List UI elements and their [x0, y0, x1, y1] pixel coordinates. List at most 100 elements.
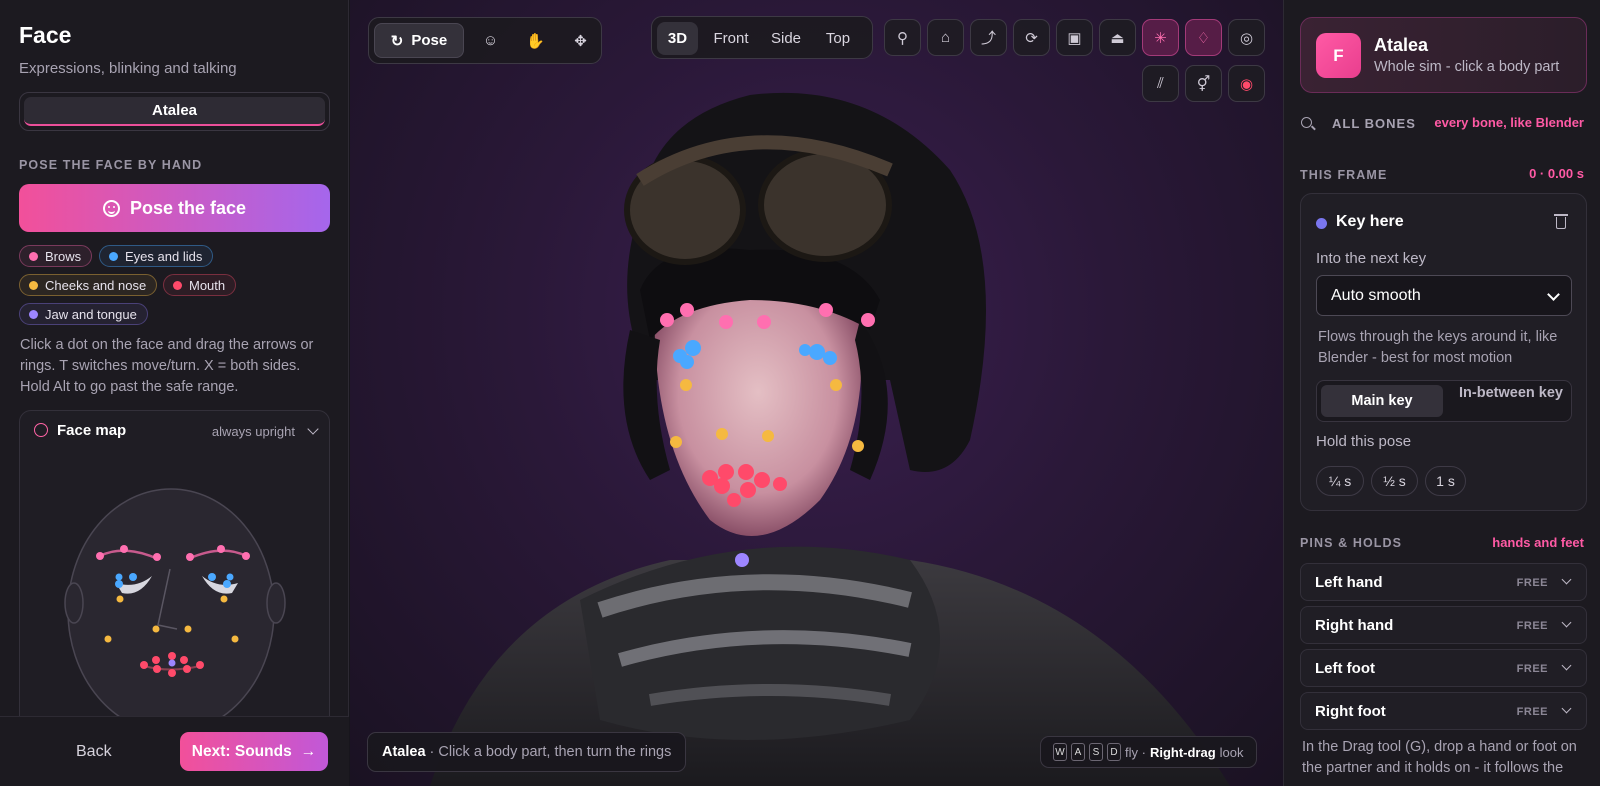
key-s: S: [1089, 743, 1103, 761]
search-icon[interactable]: [1301, 117, 1312, 128]
pin-right-hand[interactable]: Right hand FREE: [1300, 606, 1587, 644]
chip-jaw[interactable]: Jaw and tongue: [19, 303, 148, 325]
pin-left-foot[interactable]: Left foot FREE: [1300, 649, 1587, 687]
character-name: Atalea: [1374, 35, 1429, 55]
interp-description: Flows through the keys around it, like B…: [1318, 329, 1558, 366]
character-card[interactable]: F Atalea Whole sim - click a body part: [1300, 17, 1587, 93]
view-front[interactable]: Front: [704, 22, 758, 55]
key-type-toggle: Main key In-between key: [1316, 380, 1572, 422]
inbetween-key-option[interactable]: In-between key: [1453, 384, 1569, 402]
gender-button[interactable]: ⚥: [1185, 65, 1222, 102]
status-text: · Click a body part, then turn the rings: [429, 744, 672, 760]
avatar: F: [1316, 33, 1361, 78]
pins-hint: hands and feet: [1492, 535, 1584, 550]
chevron-down-icon[interactable]: [1561, 703, 1572, 714]
pin-left-hand[interactable]: Left hand FREE: [1300, 563, 1587, 601]
panel-subtitle: Expressions, blinking and talking: [19, 60, 237, 77]
hand-tool-button[interactable]: ✋: [518, 23, 553, 58]
image-icon: ▣: [1067, 29, 1082, 47]
face-map: Face map always upright: [19, 410, 330, 740]
trash-icon[interactable]: [1554, 214, 1568, 229]
hold-one[interactable]: 1 s: [1425, 466, 1466, 496]
jaw-dot: [29, 309, 38, 319]
hand-icon: ✋: [526, 32, 545, 50]
back-button[interactable]: Back: [76, 743, 112, 761]
cheeks-dot: [29, 280, 38, 290]
key-a: A: [1071, 743, 1085, 761]
drop-icon: ♢: [1196, 29, 1211, 47]
this-frame-label: THIS FRAME: [1300, 168, 1388, 182]
all-bones-button[interactable]: ALL BONES: [1332, 116, 1416, 131]
view-side[interactable]: Side: [764, 22, 808, 55]
help-text: Click a dot on the face and drag the arr…: [20, 337, 314, 395]
key-dot: [1316, 218, 1327, 229]
character-render[interactable]: [350, 0, 1283, 786]
character-subtitle: Whole sim - click a body part: [1374, 59, 1560, 75]
all-bones-hint: every bone, like Blender: [1434, 115, 1584, 130]
record-icon: ◉: [1239, 75, 1254, 93]
chip-cheeks[interactable]: Cheeks and nose: [19, 274, 158, 296]
chevron-down-icon[interactable]: [1561, 574, 1572, 585]
navigation-hint: W A S D fly · Right-drag look: [1040, 736, 1257, 768]
pose-face-button[interactable]: Pose the face: [19, 184, 330, 232]
pose-toolbar: ↻ Pose ☺ ✋ ✥: [368, 17, 602, 64]
pin-name: Left foot: [1315, 660, 1375, 677]
chip-brows[interactable]: Brows: [19, 245, 93, 267]
hanger-button[interactable]: ⏏: [1099, 19, 1136, 56]
rotate-button[interactable]: ⟳: [1013, 19, 1050, 56]
pin-name: Right hand: [1315, 617, 1394, 634]
hair-icon: ⫽: [1157, 75, 1164, 92]
section-label: POSE THE FACE BY HAND: [19, 158, 203, 172]
view-top[interactable]: Top: [814, 22, 862, 55]
chevron-down-icon[interactable]: [1561, 617, 1572, 628]
move-tool-button[interactable]: ✥: [563, 23, 598, 58]
chevron-down-icon[interactable]: [1561, 660, 1572, 671]
chip-label: Cheeks and nose: [45, 277, 147, 293]
rotate-icon: ⟳: [1025, 29, 1038, 47]
interpolation-select[interactable]: Auto smooth: [1316, 275, 1572, 316]
sparkle-button[interactable]: ✳: [1142, 19, 1179, 56]
look-label: look: [1219, 744, 1244, 760]
key-w: W: [1053, 743, 1067, 761]
status-bar: Atalea · Click a body part, then turn th…: [367, 732, 687, 772]
refresh-icon: ↻: [390, 32, 404, 50]
character-tab[interactable]: Atalea: [19, 92, 330, 131]
main-key-option[interactable]: Main key: [1321, 385, 1443, 417]
light-button[interactable]: ⚲: [884, 19, 921, 56]
path-button[interactable]: ⤴: [970, 19, 1007, 56]
face-icon: ☺: [482, 32, 499, 49]
arrow-right-icon: →: [300, 742, 317, 760]
drop-button[interactable]: ♢: [1185, 19, 1222, 56]
lock-button[interactable]: ⌂: [927, 19, 964, 56]
chip-eyes[interactable]: Eyes and lids: [99, 245, 214, 267]
face-tool-button[interactable]: ☺: [473, 23, 508, 58]
eye-button[interactable]: ◎: [1228, 19, 1265, 56]
image-button[interactable]: ▣: [1056, 19, 1093, 56]
key-d: D: [1107, 743, 1121, 761]
eye-icon: ◎: [1239, 29, 1254, 47]
hold-quarter[interactable]: ¼ s: [1316, 466, 1364, 496]
app-root: Face Expressions, blinking and talking A…: [0, 0, 1600, 786]
view-3d[interactable]: 3D: [657, 22, 698, 55]
pin-state: FREE: [1516, 706, 1548, 718]
hold-half[interactable]: ½ s: [1371, 466, 1418, 496]
face-map-diagram: [64, 488, 286, 734]
pin-state: FREE: [1516, 577, 1548, 589]
face-icon: [102, 199, 120, 217]
chip-label: Eyes and lids: [125, 248, 203, 264]
fly-label: fly ·: [1125, 744, 1146, 760]
pin-state: FREE: [1516, 620, 1548, 632]
bulb-icon: ⚲: [897, 29, 908, 47]
chip-mouth[interactable]: Mouth: [163, 274, 237, 296]
key-title: Key here: [1336, 213, 1404, 230]
pose-tool-button[interactable]: ↻ Pose: [374, 23, 464, 58]
pin-state: FREE: [1516, 663, 1548, 675]
next-sounds-button[interactable]: Next: Sounds →: [180, 732, 328, 771]
character-tab-label[interactable]: Atalea: [24, 97, 325, 126]
record-button[interactable]: ◉: [1228, 65, 1265, 102]
face-panel: Face Expressions, blinking and talking A…: [0, 0, 349, 786]
chip-label: Brows: [45, 248, 82, 264]
pin-right-foot[interactable]: Right foot FREE: [1300, 692, 1587, 730]
hair-button[interactable]: ⫽: [1142, 65, 1179, 102]
3d-viewport[interactable]: ↻ Pose ☺ ✋ ✥ 3D Front Side Top ⚲ ⌂ ⤴ ⟳ ▣…: [350, 0, 1283, 786]
